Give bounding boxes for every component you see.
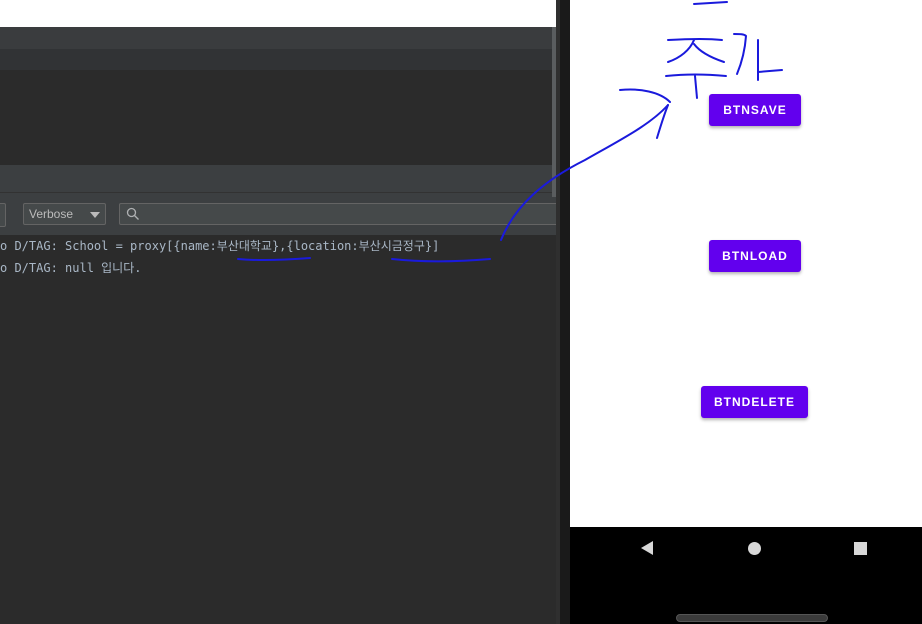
home-icon[interactable] [748, 542, 761, 555]
emulator-frame [560, 0, 570, 624]
save-button[interactable]: BTNSAVE [709, 94, 801, 126]
chevron-down-icon [90, 212, 100, 218]
logcat-output [0, 236, 556, 624]
ide-tab-bar [0, 27, 556, 49]
back-icon[interactable] [641, 541, 653, 555]
log-line: o D/TAG: School = proxy[{name:부산대학교},{lo… [0, 239, 440, 253]
log-line: o D/TAG: null 입니다. [0, 261, 142, 275]
log-level-select[interactable]: Verbose [23, 203, 106, 225]
device-select[interactable] [0, 203, 6, 227]
recents-icon[interactable] [854, 542, 867, 555]
logcat-header [0, 165, 556, 193]
ide-breadcrumb-bar [0, 49, 556, 70]
logcat-search-input[interactable] [119, 203, 559, 225]
log-level-label: Verbose [29, 207, 74, 221]
ide-editor-area [0, 70, 556, 165]
gesture-handle[interactable] [676, 614, 828, 622]
delete-button[interactable]: BTNDELETE [701, 386, 808, 418]
search-icon [126, 207, 139, 220]
load-button[interactable]: BTNLOAD [709, 240, 801, 272]
ide-top-strip [0, 0, 556, 27]
android-nav-bar [570, 527, 922, 624]
